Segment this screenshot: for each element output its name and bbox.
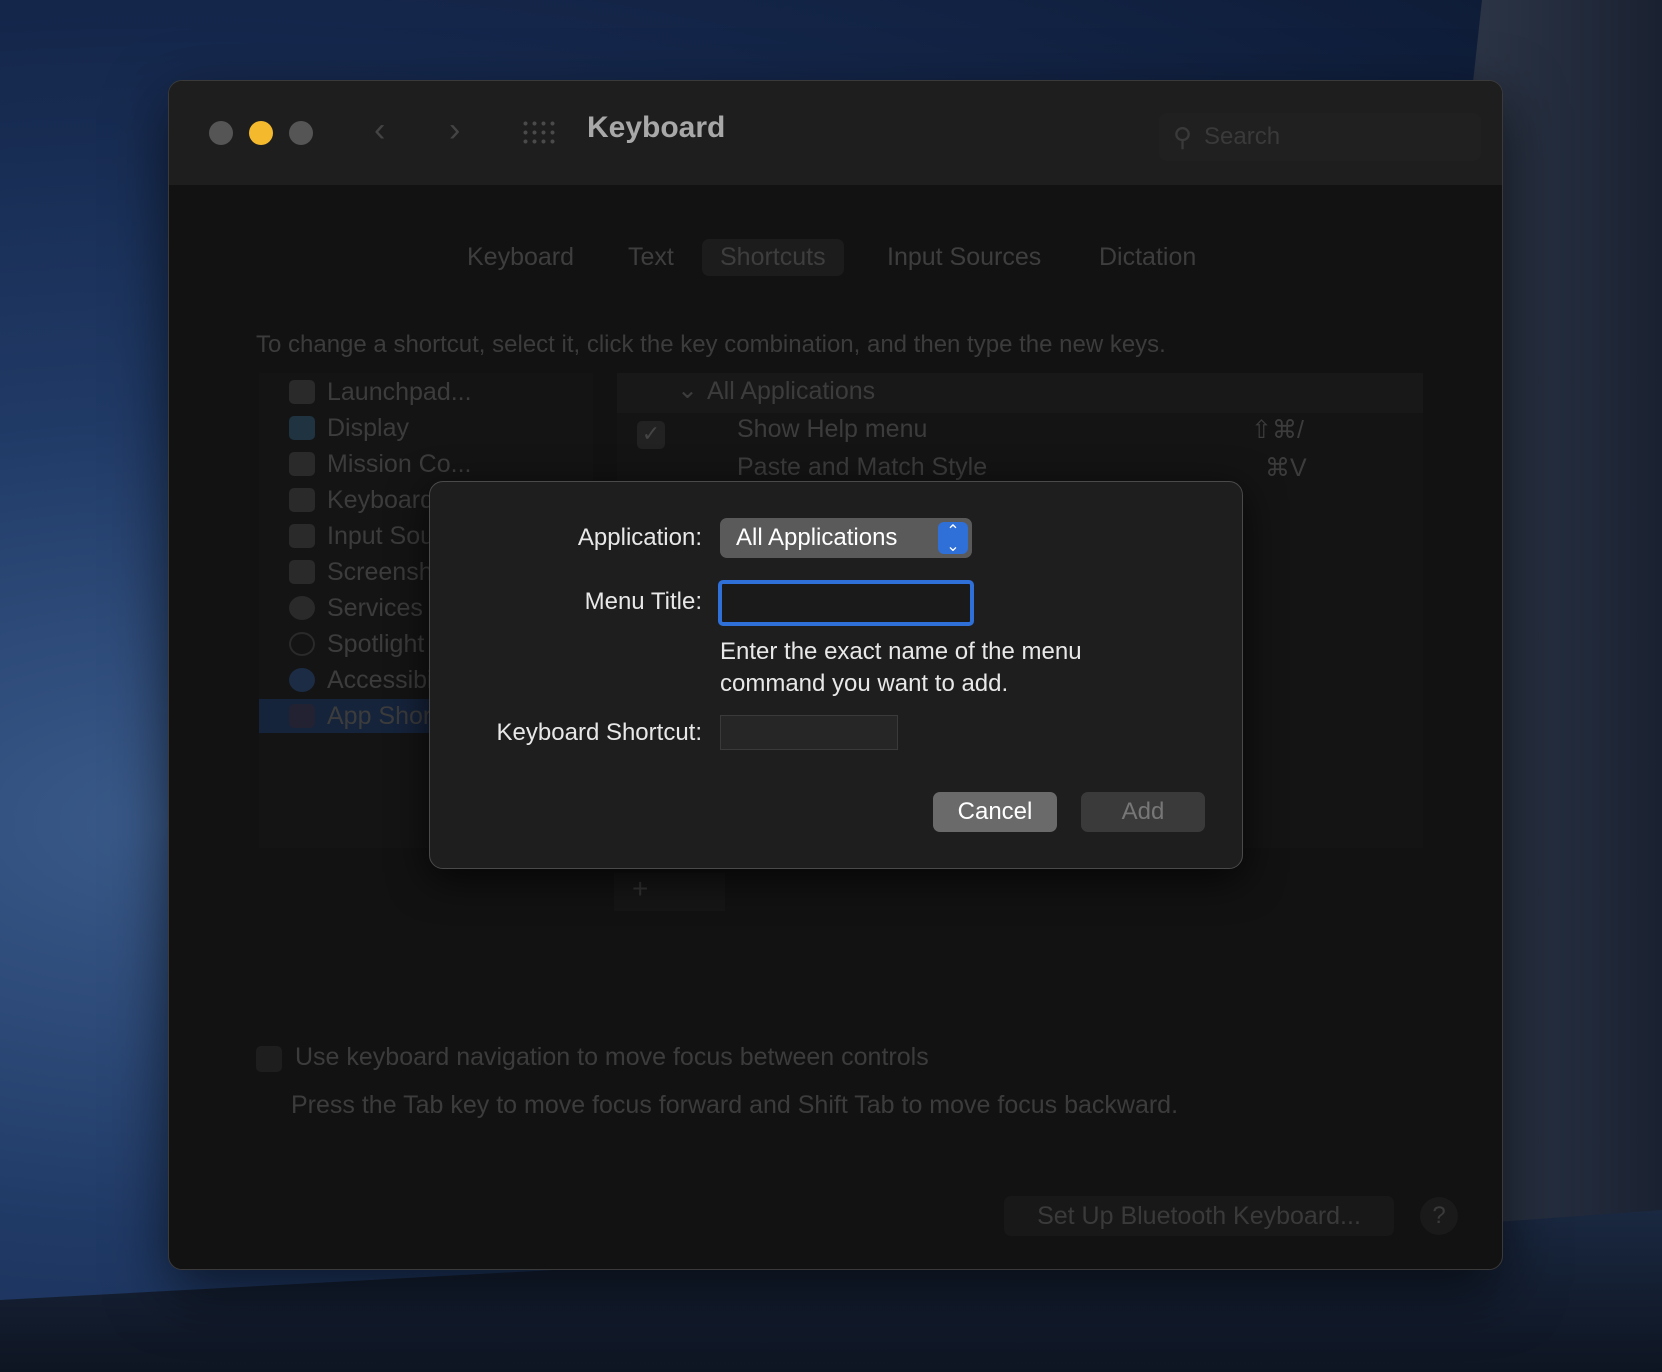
category-item[interactable]: Display (289, 411, 409, 445)
shortcut-keys[interactable]: ⌘V (1265, 453, 1307, 483)
help-line: Enter the exact name of the menu (720, 638, 1082, 665)
category-label: Keyboard (327, 485, 435, 514)
app-shortcuts-icon (289, 704, 315, 728)
category-item[interactable]: Services (289, 591, 423, 625)
forward-chevron-icon[interactable]: › (449, 111, 460, 150)
category-item[interactable]: Keyboard (289, 483, 434, 517)
category-label: Spotlight (327, 629, 425, 658)
category-item[interactable]: Mission Co... (289, 447, 471, 481)
close-button[interactable] (209, 121, 233, 145)
keyboard-nav-hint: Press the Tab key to move focus forward … (291, 1091, 1179, 1119)
cancel-button[interactable]: Cancel (933, 792, 1057, 832)
search-input[interactable]: ⚲ Search (1159, 113, 1481, 161)
window-title: Keyboard (587, 111, 726, 144)
tab-keyboard[interactable]: Keyboard (449, 239, 592, 276)
add-shortcut-dialog: Application: All Applications ⌃ ⌄ Menu Ti… (429, 481, 1243, 869)
add-button[interactable]: Add (1081, 792, 1205, 832)
shortcut-name[interactable]: Show Help menu (737, 415, 927, 444)
title-bar: ‹ › Keyboard ⚲ Search (169, 81, 1502, 185)
shortcut-name[interactable]: Paste and Match Style (737, 453, 987, 482)
tab-input-sources[interactable]: Input Sources (869, 239, 1059, 276)
input-sources-icon (289, 524, 315, 548)
category-label: Display (327, 413, 409, 442)
application-select[interactable]: All Applications ⌃ ⌄ (720, 518, 972, 558)
zoom-button[interactable] (289, 121, 313, 145)
spotlight-icon (289, 632, 315, 656)
menu-title-help: Enter the exact name of the menu command… (720, 636, 1082, 700)
search-placeholder: Search (1204, 123, 1281, 150)
category-label: Services (327, 593, 423, 622)
tab-shortcuts[interactable]: Shortcuts (702, 239, 844, 276)
keyboard-nav-label: Use keyboard navigation to move focus be… (295, 1043, 929, 1071)
chevron-up-down-icon: ⌃ ⌄ (938, 522, 968, 555)
search-icon: ⚲ (1173, 121, 1193, 152)
keyboard-nav-checkbox[interactable] (256, 1046, 282, 1072)
tab-dictation[interactable]: Dictation (1081, 239, 1214, 276)
help-line: command you want to add. (720, 670, 1009, 697)
tab-text[interactable]: Text (610, 239, 692, 276)
menu-title-input[interactable] (718, 580, 974, 626)
category-label: Mission Co... (327, 449, 472, 478)
bluetooth-keyboard-button[interactable]: Set Up Bluetooth Keyboard... (1004, 1196, 1394, 1236)
accessibility-icon (289, 668, 315, 692)
category-label: Launchpad... (327, 377, 472, 406)
minimize-button[interactable] (249, 121, 273, 145)
screenshot-icon (289, 560, 315, 584)
category-item[interactable]: Launchpad... (289, 375, 472, 409)
services-gear-icon (289, 596, 315, 620)
group-label: All Applications (707, 377, 876, 405)
keyboard-icon (289, 488, 315, 512)
grid-icon[interactable] (521, 119, 555, 147)
display-icon (289, 416, 315, 440)
back-chevron-icon[interactable]: ‹ (374, 111, 385, 150)
category-item[interactable]: Spotlight (289, 627, 424, 661)
launchpad-icon (289, 380, 315, 404)
disclosure-chevron-icon[interactable]: ⌄ (677, 375, 698, 405)
keyboard-shortcut-label: Keyboard Shortcut: (496, 719, 702, 746)
application-label: Application: (577, 524, 702, 551)
application-value: All Applications (736, 524, 898, 551)
keyboard-shortcut-field[interactable] (720, 715, 898, 750)
shortcut-keys[interactable]: ⇧⌘/ (1251, 415, 1304, 445)
shortcut-checkbox[interactable]: ✓ (637, 421, 665, 449)
help-button[interactable]: ? (1420, 1197, 1458, 1235)
instruction-text: To change a shortcut, select it, click t… (256, 331, 1166, 358)
mission-control-icon (289, 452, 315, 476)
add-shortcut-button[interactable]: + (614, 873, 725, 911)
menu-title-label: Menu Title: (584, 588, 702, 615)
